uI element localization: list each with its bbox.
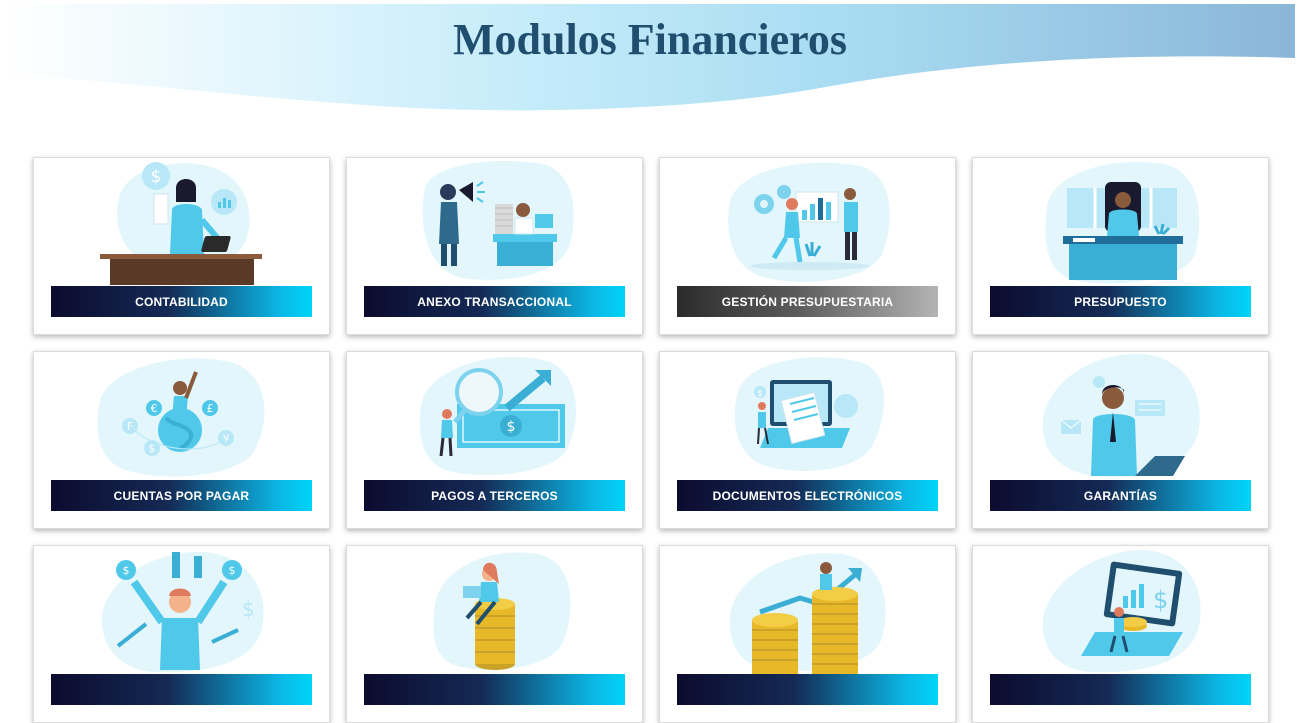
svg-text:€: € <box>151 402 158 415</box>
money-bags-celebration-illustration-icon: $ $ $ <box>101 551 264 673</box>
module-label <box>364 674 625 705</box>
svg-text:$: $ <box>757 389 763 399</box>
svg-text:$: $ <box>149 442 156 455</box>
megaphone-office-illustration-icon <box>422 161 574 280</box>
page-title: Modulos Financieros <box>452 15 847 64</box>
svg-text:$: $ <box>507 419 516 435</box>
svg-text:$: $ <box>242 597 255 621</box>
svg-text:$: $ <box>229 564 236 577</box>
module-card-12[interactable]: $ <box>972 545 1269 723</box>
module-label: CONTABILIDAD <box>51 286 312 317</box>
module-label <box>990 674 1251 705</box>
laptop-coins-chart-illustration-icon: $ <box>1042 550 1201 673</box>
person-on-coins-illustration-icon <box>433 552 571 670</box>
budget-chart-team-illustration-icon <box>728 162 890 282</box>
module-card-gestion-presupuestaria[interactable]: GESTIÓN PRESUPUESTARIA <box>659 157 956 335</box>
executive-desk-illustration-icon <box>1045 161 1200 284</box>
module-card-10[interactable] <box>346 545 643 723</box>
module-card-presupuesto[interactable]: PRESUPUESTO <box>972 157 1269 335</box>
module-label: PRESUPUESTO <box>990 286 1251 317</box>
svg-text:$: $ <box>123 564 130 577</box>
module-card-9[interactable]: $ $ $ <box>33 545 330 723</box>
module-card-11[interactable] <box>659 545 956 723</box>
banknote-magnifier-illustration-icon: $ <box>419 356 576 476</box>
modules-grid: $ CONTABILIDAD ANEXO TRANSACCIONAL GESTI… <box>33 157 1273 723</box>
module-card-pagos-a-terceros[interactable]: $ PAGOS A TERCEROS <box>346 351 643 529</box>
svg-text:$: $ <box>1153 586 1168 614</box>
module-label: GARANTÍAS <box>990 480 1251 511</box>
module-card-garantias[interactable]: GARANTÍAS <box>972 351 1269 529</box>
coin-stacks-growth-illustration-icon <box>729 553 886 674</box>
module-label <box>51 674 312 705</box>
svg-text:£: £ <box>207 402 214 415</box>
currency-globe-illustration-icon: € £ F ¥ $ <box>97 358 265 477</box>
module-label: DOCUMENTOS ELECTRÓNICOS <box>677 480 938 511</box>
module-label: ANEXO TRANSACCIONAL <box>364 286 625 317</box>
module-label: CUENTAS POR PAGAR <box>51 480 312 511</box>
module-card-anexo-transaccional[interactable]: ANEXO TRANSACCIONAL <box>346 157 643 335</box>
module-card-documentos-electronicos[interactable]: $ DOCUMENTOS ELECTRÓNICOS <box>659 351 956 529</box>
module-label <box>677 674 938 705</box>
module-card-contabilidad[interactable]: $ CONTABILIDAD <box>33 157 330 335</box>
module-label: GESTIÓN PRESUPUESTARIA <box>677 286 938 317</box>
laptop-documents-illustration-icon: $ <box>734 357 885 471</box>
businessman-laptop-illustration-icon <box>1042 353 1200 477</box>
svg-text:$: $ <box>151 167 162 187</box>
module-label: PAGOS A TERCEROS <box>364 480 625 511</box>
accountant-illustration-icon: $ <box>100 162 262 285</box>
module-card-cuentas-por-pagar[interactable]: € £ F ¥ $ CUENTAS POR PAGAR <box>33 351 330 529</box>
